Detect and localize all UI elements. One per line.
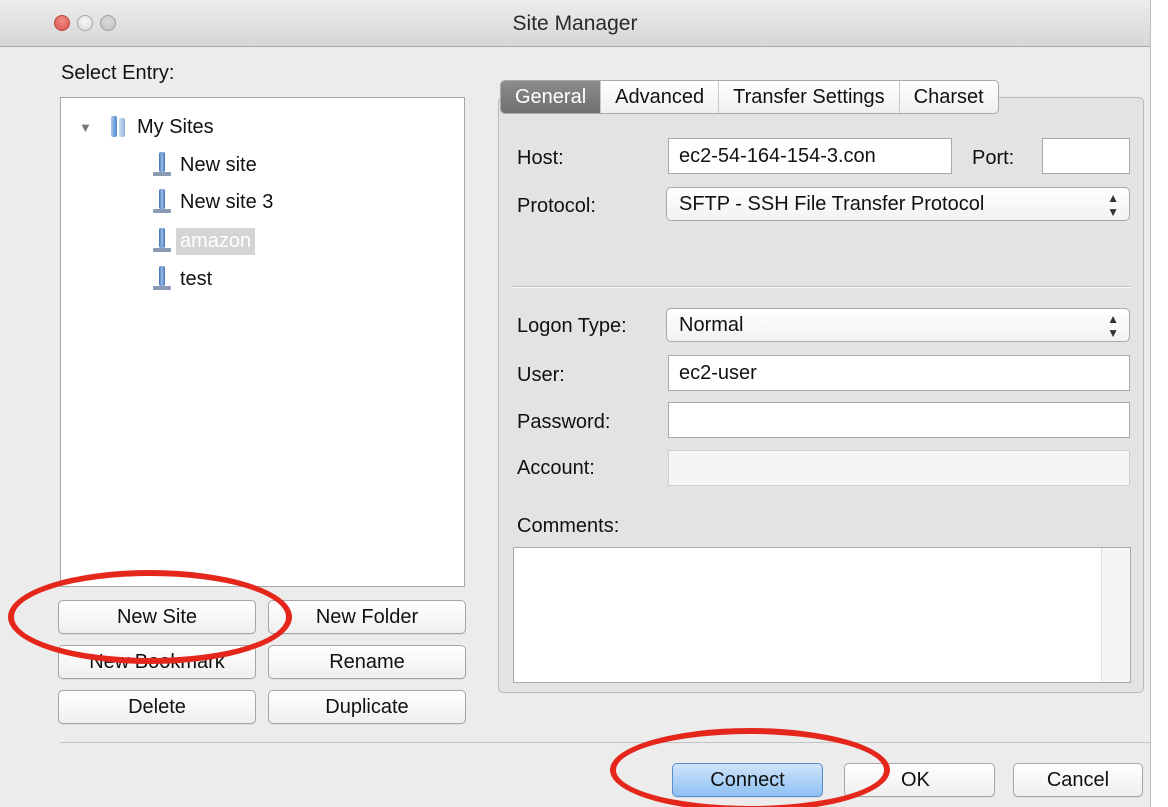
- ok-button[interactable]: OK: [844, 763, 995, 797]
- tree-item-my-sites[interactable]: ▼ My Sites: [79, 112, 214, 142]
- delete-button[interactable]: Delete: [58, 690, 256, 724]
- protocol-label: Protocol:: [517, 195, 596, 217]
- select-arrows-icon: ▲ ▼: [1107, 191, 1119, 219]
- site-server-icon: [153, 152, 171, 178]
- footer-divider: [60, 742, 1150, 743]
- connect-button[interactable]: Connect: [672, 763, 823, 797]
- tree-item-site[interactable]: test: [153, 264, 212, 294]
- user-field[interactable]: ec2-user: [668, 355, 1130, 391]
- new-folder-button[interactable]: New Folder: [268, 600, 466, 634]
- folder-icon: [109, 116, 127, 138]
- logon-type-select-value: Normal: [679, 314, 744, 336]
- duplicate-button[interactable]: Duplicate: [268, 690, 466, 724]
- site-server-icon: [153, 228, 171, 254]
- tree-item-label: New site: [180, 153, 257, 176]
- protocol-select[interactable]: SFTP - SSH File Transfer Protocol ▲ ▼: [666, 187, 1130, 221]
- tree-item-site[interactable]: New site 3: [153, 187, 273, 217]
- tree-item-label: test: [180, 267, 213, 290]
- tab-bar: General Advanced Transfer Settings Chars…: [500, 80, 999, 114]
- port-field[interactable]: [1042, 138, 1130, 174]
- cancel-button[interactable]: Cancel: [1013, 763, 1143, 797]
- comments-label: Comments:: [517, 515, 620, 537]
- tree-item-label: amazon: [176, 227, 256, 255]
- divider: [512, 286, 1130, 288]
- window-title: Site Manager: [512, 12, 638, 35]
- password-label: Password:: [517, 411, 611, 433]
- site-manager-window: Site Manager Select Entry: ▼ My Sites Ne…: [0, 0, 1151, 807]
- comments-scrollbar[interactable]: [1101, 548, 1130, 682]
- host-label: Host:: [517, 147, 564, 169]
- site-server-icon: [153, 189, 171, 215]
- tab-charset[interactable]: Charset: [900, 81, 998, 113]
- logon-type-label: Logon Type:: [517, 315, 627, 337]
- rename-button[interactable]: Rename: [268, 645, 466, 679]
- tab-transfer-settings[interactable]: Transfer Settings: [719, 81, 900, 113]
- tree-item-label: New site 3: [180, 190, 274, 213]
- tree-item-label: My Sites: [137, 115, 214, 138]
- host-field[interactable]: ec2-54-164-154-3.con: [668, 138, 952, 174]
- tree-item-site[interactable]: New site: [153, 150, 257, 180]
- select-arrows-icon: ▲ ▼: [1107, 312, 1119, 340]
- new-bookmark-button[interactable]: New Bookmark: [58, 645, 256, 679]
- port-label: Port:: [972, 147, 1015, 169]
- password-field[interactable]: [668, 402, 1130, 438]
- site-server-icon: [153, 266, 171, 292]
- tab-general[interactable]: General: [501, 81, 602, 113]
- select-entry-label: Select Entry:: [61, 62, 175, 84]
- new-site-button[interactable]: New Site: [58, 600, 256, 634]
- account-label: Account:: [517, 457, 595, 479]
- disclosure-triangle-icon[interactable]: ▼: [79, 120, 109, 135]
- comments-textarea[interactable]: [513, 547, 1131, 683]
- site-tree[interactable]: ▼ My Sites New site New site 3 amazon te…: [60, 97, 465, 587]
- protocol-select-value: SFTP - SSH File Transfer Protocol: [679, 193, 985, 215]
- title-bar[interactable]: Site Manager: [0, 0, 1150, 47]
- logon-type-select[interactable]: Normal ▲ ▼: [666, 308, 1130, 342]
- account-field[interactable]: [668, 450, 1130, 486]
- tree-item-site-selected[interactable]: amazon: [153, 226, 256, 256]
- user-label: User:: [517, 364, 565, 386]
- tab-advanced[interactable]: Advanced: [601, 81, 720, 113]
